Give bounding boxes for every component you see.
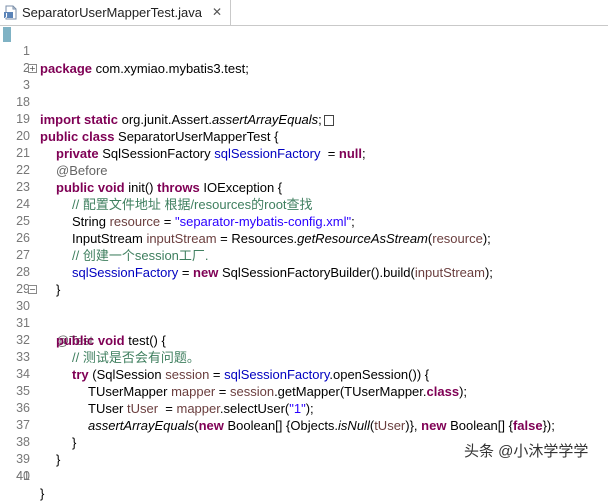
code-line-34: 34 TUserMapper mapper = session.getMappe… [0, 349, 608, 399]
code-line-35: 35 TUser tUser = mapper.selectUser("1"); [0, 366, 608, 416]
code-line-22: 22 public void init() throws IOException… [0, 145, 608, 195]
tab-title: SeparatorUserMapperTest.java [22, 5, 202, 20]
code-line-33: 33 try (SqlSession session = sqlSessionF… [0, 332, 608, 382]
code-editor[interactable]: 1 package com.xymiao.mybatis3.test; 2 3 … [0, 26, 608, 483]
code-line-2: 2 [0, 43, 608, 75]
code-line-32: 32 // 测试是否会有问题。 [0, 315, 608, 365]
code-line-27: 27 sqlSessionFactory = new SqlSessionFac… [0, 230, 608, 280]
code-line-28: 28 } [0, 247, 608, 297]
close-icon[interactable]: ✕ [210, 5, 224, 19]
code-line-18: 18 [0, 77, 608, 109]
code-line-25: 25 InputStream inputStream = Resources.g… [0, 196, 608, 246]
code-line-29: 29 [0, 264, 608, 296]
code-text: } [40, 486, 45, 501]
code-line-20: 20 private SqlSessionFactory sqlSessionF… [0, 111, 608, 161]
code-line-3: 3 + import static org.junit.Assert.asser… [0, 60, 608, 127]
code-line-26: 26 // 创建一个session工厂. [0, 213, 608, 263]
code-line-30: 30 − @Test [0, 281, 608, 348]
code-line-37: 37 } [0, 400, 608, 450]
code-line-38: 38 } [0, 417, 608, 467]
fold-expand-icon[interactable]: + [28, 64, 37, 73]
watermark-text: 头条 @小沐学学学 [464, 443, 589, 460]
code-line-24: 24 String resource = "separator-mybatis-… [0, 179, 608, 229]
fold-collapse-icon[interactable]: − [28, 285, 37, 294]
java-file-icon: J [4, 5, 18, 20]
code-line-1: 1 package com.xymiao.mybatis3.test; [0, 26, 608, 76]
editor-tab-bar: J SeparatorUserMapperTest.java ✕ [0, 0, 608, 26]
svg-text:J: J [5, 13, 8, 19]
code-line-36: 36 assertArrayEquals(new Boolean[] {Obje… [0, 383, 608, 433]
code-line-21: 21 @Before [0, 128, 608, 178]
code-line-19: 19 public class SeparatorUserMapperTest … [0, 94, 608, 144]
code-line-23: 23 // 配置文件地址 根据/resources的root查找 [0, 162, 608, 212]
tab-separator-user-mapper-test[interactable]: J SeparatorUserMapperTest.java ✕ [0, 0, 231, 25]
code-line-31: 31 public void test() { [0, 298, 608, 348]
